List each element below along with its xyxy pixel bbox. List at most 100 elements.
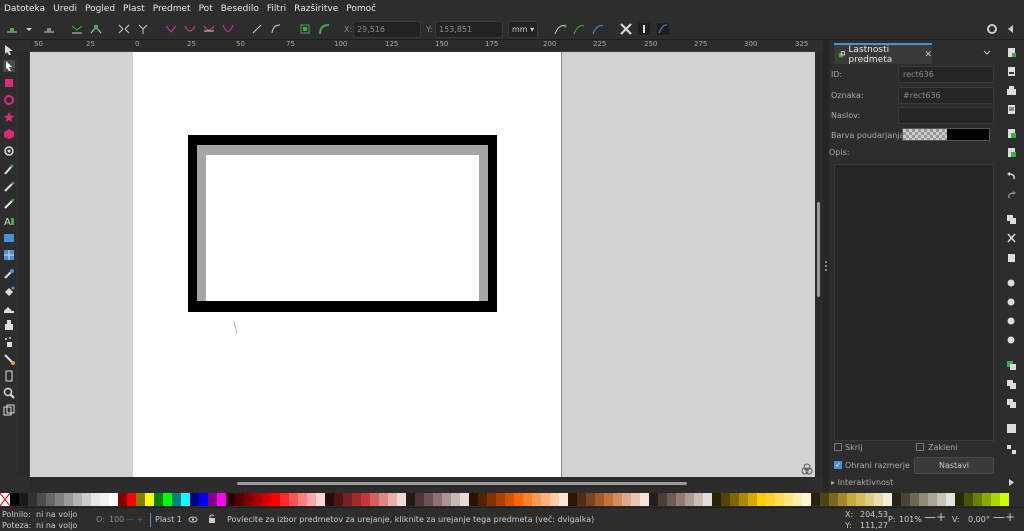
color-swatch[interactable] xyxy=(811,492,820,506)
color-swatch[interactable] xyxy=(748,492,757,506)
color-swatch[interactable] xyxy=(469,492,478,506)
lock-checkbox[interactable] xyxy=(916,443,924,451)
delete-node-icon[interactable] xyxy=(42,22,56,36)
copy-icon[interactable] xyxy=(1006,214,1017,225)
color-swatch[interactable] xyxy=(838,492,847,506)
color-swatch[interactable] xyxy=(910,492,919,506)
unit-select[interactable]: mm ▾ xyxy=(508,21,538,38)
star-tool-icon[interactable] xyxy=(3,111,15,123)
x-coordinate-input[interactable]: 29,516 xyxy=(353,21,421,38)
chevron-down-icon[interactable] xyxy=(982,48,992,58)
color-swatch[interactable] xyxy=(307,492,316,506)
menu-view[interactable]: Pogled xyxy=(81,0,119,19)
color-swatch[interactable] xyxy=(550,492,559,506)
tweak-tool-icon[interactable] xyxy=(3,319,15,331)
highlight-color-button[interactable] xyxy=(902,128,990,141)
color-swatch[interactable] xyxy=(721,492,730,506)
color-swatch[interactable] xyxy=(604,492,613,506)
color-swatch[interactable] xyxy=(496,492,505,506)
rectangle-tool-icon[interactable] xyxy=(3,77,15,89)
color-swatch[interactable] xyxy=(730,492,739,506)
color-swatch[interactable] xyxy=(46,492,55,506)
color-swatch[interactable] xyxy=(658,492,667,506)
color-swatch[interactable] xyxy=(433,492,442,506)
color-swatch[interactable] xyxy=(361,492,370,506)
vertical-scrollbar[interactable] xyxy=(815,52,823,477)
color-swatch[interactable] xyxy=(883,492,892,506)
vertical-scroll-thumb[interactable] xyxy=(817,202,820,297)
color-swatch[interactable] xyxy=(226,492,235,506)
color-swatch[interactable] xyxy=(37,492,46,506)
ellipse-tool-icon[interactable] xyxy=(3,94,15,106)
mesh-tool-icon[interactable] xyxy=(3,249,15,261)
color-swatch[interactable] xyxy=(505,492,514,506)
color-swatch[interactable] xyxy=(199,492,208,506)
color-swatch[interactable] xyxy=(406,492,415,506)
color-swatch[interactable] xyxy=(190,492,199,506)
rotation-stepper[interactable]: —+ xyxy=(993,511,1015,523)
color-swatch[interactable] xyxy=(676,492,685,506)
color-swatch[interactable] xyxy=(991,492,1000,506)
ungroup-icon[interactable] xyxy=(1006,444,1017,455)
color-swatch[interactable] xyxy=(451,492,460,506)
stroke-to-path-icon[interactable] xyxy=(317,22,331,36)
zoom-value[interactable]: 101% xyxy=(899,514,922,525)
color-swatch[interactable] xyxy=(784,492,793,506)
zoom-width-icon[interactable] xyxy=(1006,335,1017,346)
color-swatch[interactable] xyxy=(424,492,433,506)
color-swatch[interactable] xyxy=(235,492,244,506)
hide-checkbox[interactable] xyxy=(834,443,842,451)
color-swatch[interactable] xyxy=(82,492,91,506)
color-swatch[interactable] xyxy=(865,492,874,506)
break-path-icon[interactable] xyxy=(89,22,103,36)
add-node-icon[interactable] xyxy=(5,22,19,36)
fill-value[interactable]: ni na voljo xyxy=(36,509,77,520)
color-swatch[interactable] xyxy=(442,492,451,506)
color-swatch[interactable] xyxy=(163,492,172,506)
color-swatch[interactable] xyxy=(181,492,190,506)
color-swatch[interactable] xyxy=(73,492,82,506)
redo-icon[interactable] xyxy=(1006,190,1017,201)
color-swatch[interactable] xyxy=(541,492,550,506)
y-coordinate-input[interactable]: 153,851 xyxy=(435,21,503,38)
spray-tool-icon[interactable] xyxy=(3,336,15,348)
zoom-tool-icon[interactable] xyxy=(3,387,15,399)
unlink-clone-icon[interactable] xyxy=(1006,398,1017,409)
delete-segment-icon[interactable] xyxy=(136,22,150,36)
color-swatch[interactable] xyxy=(820,492,829,506)
color-swatch[interactable] xyxy=(622,492,631,506)
undo-icon[interactable] xyxy=(1006,171,1017,182)
close-tab-icon[interactable]: ✕ xyxy=(924,50,932,60)
color-swatch[interactable] xyxy=(280,492,289,506)
color-swatch[interactable] xyxy=(109,492,118,506)
color-swatch[interactable] xyxy=(892,492,901,506)
show-handles-icon[interactable] xyxy=(553,22,567,36)
color-swatch[interactable] xyxy=(640,492,649,506)
collapse-arrow-icon[interactable] xyxy=(1004,22,1018,36)
clone-icon[interactable] xyxy=(1006,379,1017,390)
color-swatch[interactable] xyxy=(946,492,955,506)
gradient-tool-icon[interactable] xyxy=(3,232,15,244)
color-swatch[interactable] xyxy=(793,492,802,506)
cut-icon[interactable] xyxy=(1006,233,1017,244)
rotation-value[interactable]: 0,00° xyxy=(968,514,990,525)
color-swatch[interactable] xyxy=(298,492,307,506)
new-document-icon[interactable] xyxy=(1006,47,1017,58)
menu-text[interactable]: Besedilo xyxy=(217,0,263,19)
color-swatch[interactable] xyxy=(568,492,577,506)
node-snap-icon[interactable] xyxy=(637,22,651,36)
color-swatch[interactable] xyxy=(289,492,298,506)
menu-help[interactable]: Pomoč xyxy=(342,0,380,19)
node-cusp-icon[interactable] xyxy=(164,22,178,36)
rect636-object[interactable] xyxy=(188,135,497,312)
node-auto-smooth-icon[interactable] xyxy=(221,22,235,36)
text-tool-icon[interactable]: A xyxy=(3,215,15,227)
join-segment-icon[interactable] xyxy=(117,22,131,36)
color-swatch[interactable] xyxy=(739,492,748,506)
color-swatch[interactable] xyxy=(208,492,217,506)
open-document-icon[interactable] xyxy=(1006,66,1017,77)
color-swatch[interactable] xyxy=(901,492,910,506)
stroke-value[interactable]: ni na voljo xyxy=(36,520,77,531)
selector-tool-icon[interactable] xyxy=(3,44,15,56)
bezier-tool-icon[interactable] xyxy=(3,164,15,176)
